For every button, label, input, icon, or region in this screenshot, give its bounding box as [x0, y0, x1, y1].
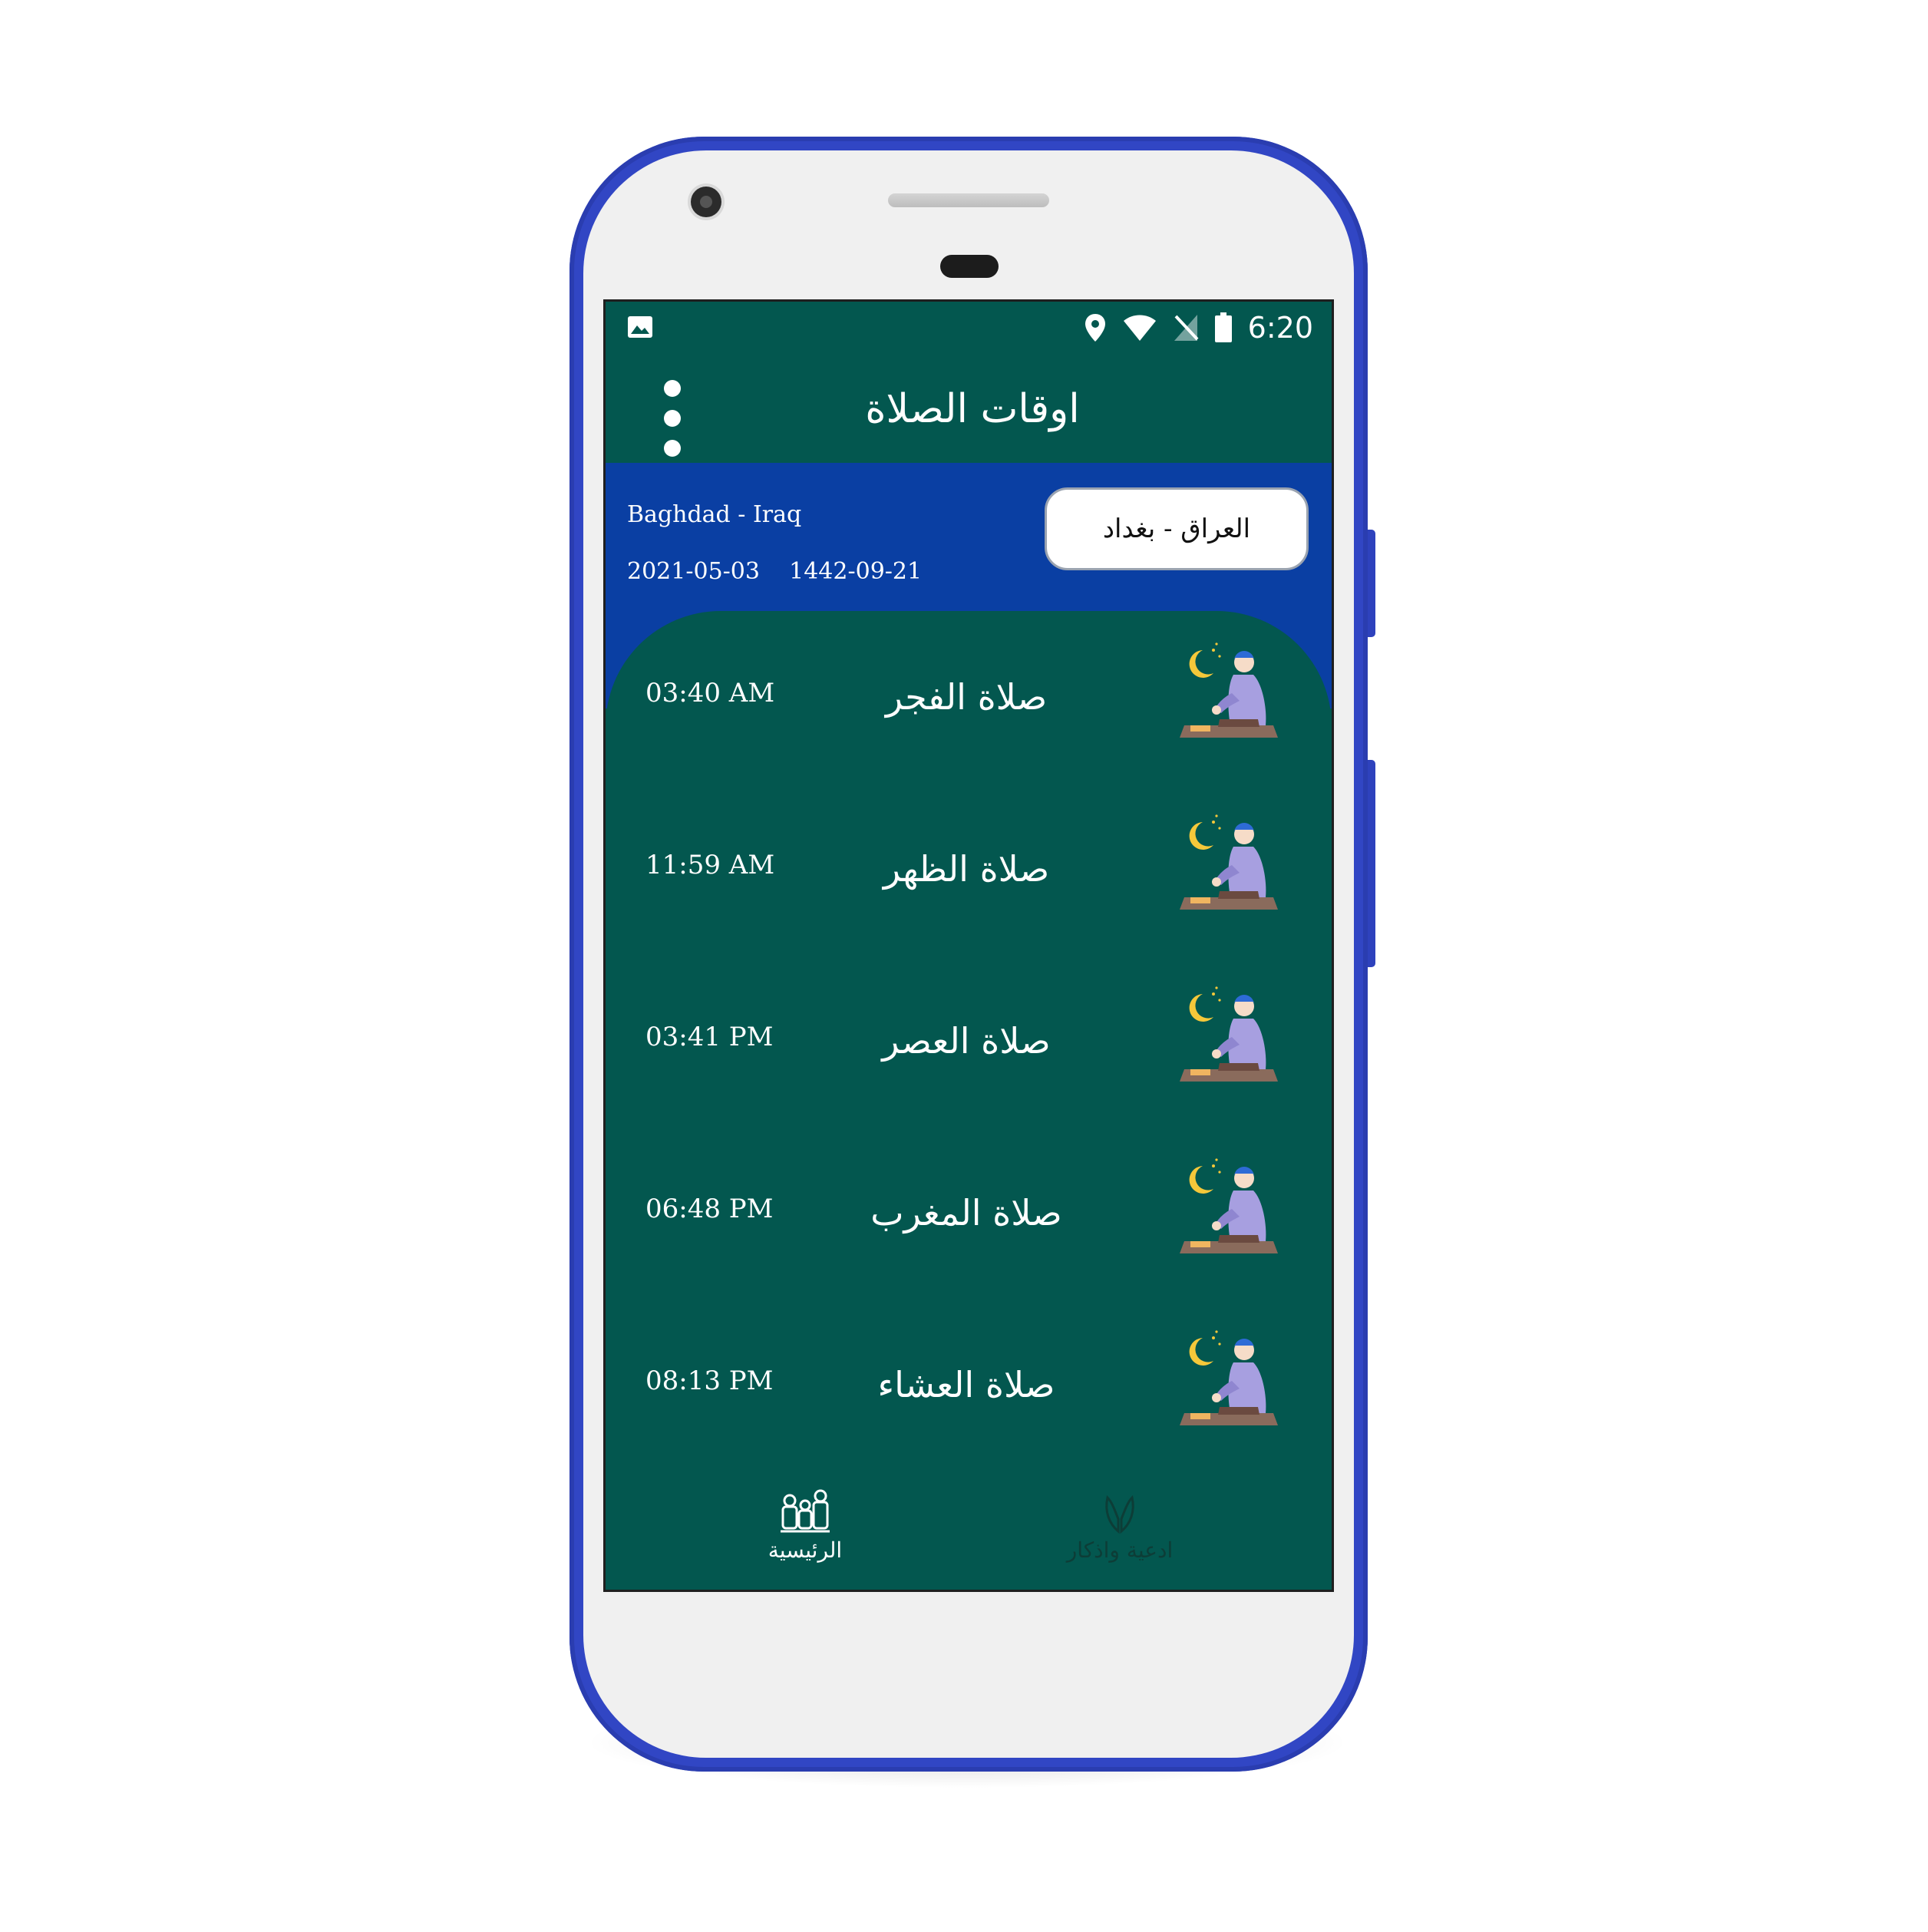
- praying-man-moon-icon: [1180, 1158, 1278, 1253]
- hijri-date: 1442-09-21: [789, 558, 923, 585]
- nav-duas-label: ادعية واذكار: [1066, 1537, 1174, 1563]
- prayer-row-asr[interactable]: 03:41 PM صلاة العصر: [606, 983, 1332, 1155]
- family-icon: [781, 1489, 830, 1533]
- battery-icon: [1214, 312, 1232, 342]
- prayer-name: صلاة الظهر: [883, 848, 1050, 890]
- nav-duas-tab[interactable]: ادعية واذكار: [1035, 1488, 1204, 1563]
- nav-home-tab[interactable]: الرئيسية: [721, 1488, 890, 1563]
- prayer-row-maghrib[interactable]: 06:48 PM صلاة المغرب: [606, 1155, 1332, 1327]
- praying-hands-icon: [1105, 1495, 1134, 1534]
- prayer-name: صلاة المغرب: [870, 1192, 1062, 1234]
- location-english: Baghdad - Iraq: [627, 501, 802, 528]
- prayer-list: 03:40 AM صلاة الفجر 11:59 AM صلاة الظهر …: [606, 639, 1332, 1499]
- bottom-navigation: الرئيسية ادعية واذكار: [606, 1475, 1332, 1590]
- prayer-name: صلاة العشاء: [877, 1364, 1055, 1405]
- status-bar: 6:20: [606, 302, 1332, 363]
- gregorian-date: 2021-05-03: [627, 558, 760, 585]
- image-icon: [628, 316, 652, 338]
- praying-man-moon-icon: [1180, 1330, 1278, 1425]
- status-icons: 6:20: [1084, 311, 1313, 345]
- city-select-button[interactable]: العراق - بغداد: [1045, 487, 1309, 570]
- prayer-row-dhuhr[interactable]: 11:59 AM صلاة الظهر: [606, 811, 1332, 983]
- no-signal-icon: [1174, 315, 1199, 341]
- prayer-time: 08:13 PM: [645, 1366, 774, 1396]
- front-camera: [691, 187, 721, 217]
- prayer-time: 11:59 AM: [645, 850, 775, 880]
- page-title: اوقات الصلاة: [865, 386, 1080, 432]
- status-time: 6:20: [1247, 311, 1313, 345]
- praying-man-moon-icon: [1180, 642, 1278, 738]
- app-screen: 6:20 اوقات الصلاة Baghdad - Iraq 2021-05…: [603, 299, 1334, 1592]
- prayer-time: 03:41 PM: [645, 1022, 774, 1052]
- power-button: [1368, 530, 1375, 637]
- prayer-time: 06:48 PM: [645, 1194, 774, 1224]
- nav-home-label: الرئيسية: [768, 1537, 843, 1563]
- praying-man-moon-icon: [1180, 986, 1278, 1082]
- date-line: 2021-05-03 1442-09-21: [627, 558, 922, 585]
- volume-button: [1368, 760, 1375, 967]
- proximity-sensor: [940, 255, 999, 278]
- prayer-time: 03:40 AM: [645, 678, 775, 708]
- earpiece-speaker: [888, 193, 1049, 207]
- praying-man-moon-icon: [1180, 814, 1278, 910]
- prayer-row-isha[interactable]: 08:13 PM صلاة العشاء: [606, 1327, 1332, 1499]
- app-toolbar: اوقات الصلاة: [606, 363, 1332, 463]
- prayer-name: صلاة الفجر: [885, 676, 1048, 718]
- prayer-row-fajr[interactable]: 03:40 AM صلاة الفجر: [606, 639, 1332, 811]
- prayer-name: صلاة العصر: [882, 1020, 1051, 1062]
- location-pin-icon: [1084, 314, 1105, 342]
- wifi-icon: [1123, 315, 1156, 341]
